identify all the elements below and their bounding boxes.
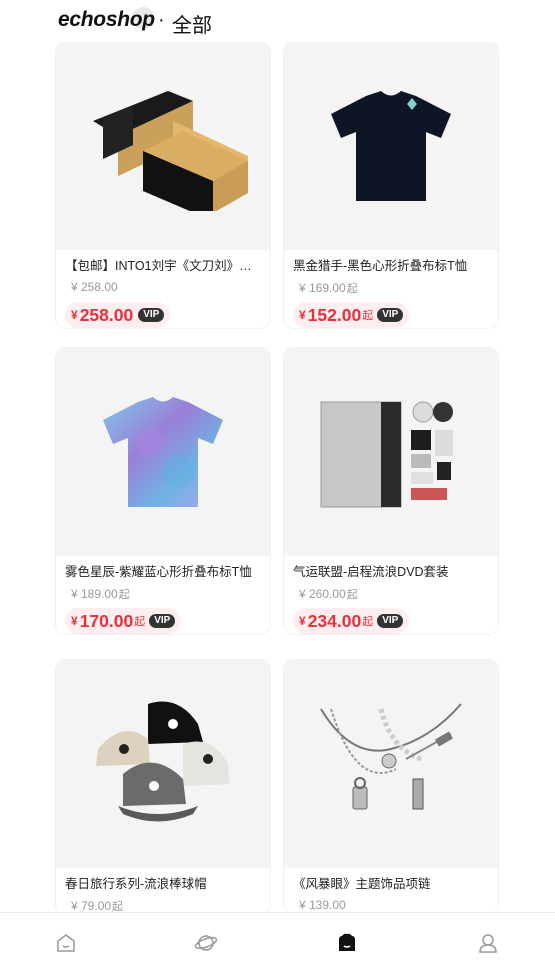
- product-image: [284, 42, 498, 250]
- tab-shop[interactable]: [335, 931, 359, 955]
- original-price: ¥ 79.00起: [71, 899, 124, 912]
- currency-symbol: ¥: [71, 614, 78, 628]
- product-image: [56, 42, 270, 250]
- vip-price-pill: ¥ 234.00 起 VIP: [293, 608, 410, 634]
- original-price: ¥ 139.00: [299, 898, 346, 912]
- original-price: ¥ 258.00: [71, 280, 118, 294]
- price-suffix: 起: [362, 616, 374, 628]
- vip-badge: VIP: [377, 614, 404, 628]
- product-card[interactable]: 春日旅行系列-流浪棒球帽 ¥ 79.00起: [56, 660, 270, 912]
- product-card[interactable]: 【包邮】INTO1刘宇《文刀刘》精装... ¥ 258.00 ¥ 258.00 …: [56, 42, 270, 328]
- price-suffix: 起: [134, 616, 146, 628]
- product-image: [284, 348, 498, 556]
- vip-price-pill: ¥ 258.00 VIP: [65, 302, 171, 328]
- original-price: ¥ 260.00起: [299, 587, 358, 601]
- header: echoshop · 全部: [0, 0, 555, 42]
- currency-symbol: ¥: [299, 308, 306, 322]
- vip-price: 234.00: [307, 610, 362, 631]
- tab-home[interactable]: [54, 931, 78, 955]
- product-title: 《风暴眼》主题饰品项链: [293, 877, 431, 891]
- product-title: 春日旅行系列-流浪棒球帽: [65, 877, 207, 891]
- product-image: [56, 348, 270, 556]
- gift-box-icon: [93, 91, 248, 211]
- price-suffix: 起: [362, 310, 374, 322]
- bottom-tab-bar: [0, 912, 555, 970]
- product-image: [56, 660, 270, 868]
- product-card[interactable]: 气运联盟-启程流浪DVD套装 ¥ 260.00起 ¥ 234.00 起 VIP: [284, 348, 498, 634]
- black-tshirt-icon: [331, 91, 451, 201]
- product-card[interactable]: 雾色星辰-紫耀蓝心形折叠布标T恤 ¥ 189.00起 ¥ 170.00 起 VI…: [56, 348, 270, 634]
- vip-badge: VIP: [149, 614, 176, 628]
- currency-symbol: ¥: [71, 308, 78, 322]
- vip-badge: VIP: [377, 308, 404, 322]
- brand-logo[interactable]: echoshop: [58, 8, 155, 32]
- necklace-icon: [320, 703, 462, 810]
- vip-price: 170.00: [79, 610, 134, 631]
- vip-price: 152.00: [307, 304, 362, 325]
- currency-symbol: ¥: [299, 614, 306, 628]
- original-price: ¥ 169.00起: [299, 281, 358, 295]
- tab-discover[interactable]: [194, 931, 218, 955]
- product-title: 【包邮】INTO1刘宇《文刀刘》精装...: [65, 259, 261, 273]
- tiedye-tshirt-icon: [103, 397, 223, 507]
- product-title: 气运联盟-启程流浪DVD套装: [293, 565, 449, 579]
- title-separator: ·: [158, 9, 165, 31]
- product-title: 黑金猎手-黑色心形折叠布标T恤: [293, 259, 468, 273]
- vip-price-pill: ¥ 152.00 起 VIP: [293, 302, 410, 328]
- profile-icon: [479, 934, 497, 953]
- category-title[interactable]: 全部: [172, 9, 212, 38]
- product-card[interactable]: 《风暴眼》主题饰品项链 ¥ 139.00: [284, 660, 498, 912]
- vip-price: 258.00: [79, 304, 134, 325]
- product-card[interactable]: 黑金猎手-黑色心形折叠布标T恤 ¥ 169.00起 ¥ 152.00 起 VIP: [284, 42, 498, 328]
- shop-icon: [339, 933, 355, 951]
- dvd-set-icon: [320, 401, 453, 508]
- planet-icon: [194, 935, 218, 951]
- original-price: ¥ 189.00起: [71, 587, 130, 601]
- vip-badge: VIP: [138, 308, 165, 322]
- product-list[interactable]: 【包邮】INTO1刘宇《文刀刘》精装... ¥ 258.00 ¥ 258.00 …: [0, 42, 555, 912]
- baseball-caps-icon: [96, 701, 230, 822]
- vip-price-pill: ¥ 170.00 起 VIP: [65, 608, 182, 634]
- home-icon: [57, 934, 75, 952]
- product-image: [284, 660, 498, 868]
- tab-profile[interactable]: [476, 931, 500, 955]
- product-title: 雾色星辰-紫耀蓝心形折叠布标T恤: [65, 565, 252, 579]
